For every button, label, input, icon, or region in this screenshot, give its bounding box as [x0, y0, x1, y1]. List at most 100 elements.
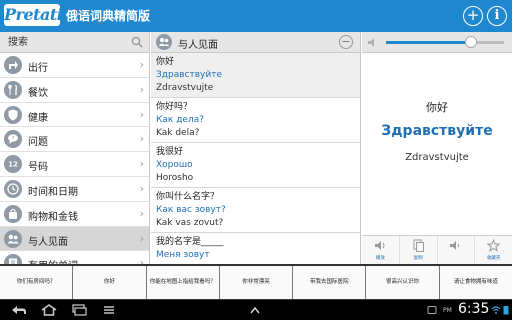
star-button[interactable]: 收藏夹	[475, 236, 512, 264]
category-item[interactable]: 与人见面 ›	[0, 226, 149, 252]
category-label: 健康	[28, 112, 48, 124]
chevron-right-icon: ›	[139, 132, 144, 146]
phrase-russian: Меня зовут	[156, 250, 210, 260]
category-panel: 出行›餐饮›健康›?问题›12号码›时间和日期›购物和金钱›与人见面›有用的单词…	[0, 32, 150, 264]
detail-russian: Здравствуйте	[381, 123, 493, 139]
phrase-chinese: 你好吗？	[156, 102, 193, 112]
phrase-chinese: 你好	[156, 57, 175, 67]
speaker-icon	[368, 38, 374, 47]
phrase-panel: 与人见面 − 你好 Здравствуйте Zdravstvujte 你好吗？ Как…	[151, 32, 361, 264]
add-button[interactable]: +	[463, 6, 483, 26]
clock-icon	[4, 179, 22, 198]
action-label: 收藏夹	[486, 256, 501, 261]
phrase-transliteration: Kak dela?	[156, 128, 200, 138]
phrase-transliteration: Kak vas zovut?	[156, 218, 224, 228]
detail-actions: 播放 复制 收藏夹	[362, 235, 512, 264]
category-list: 出行›餐饮›健康›?问题›12号码›时间和日期›购物和金钱›与人见面›有用的单词…	[0, 53, 149, 264]
phrase-list-title: 与人见面	[178, 40, 218, 51]
category-label: 号码	[28, 162, 48, 174]
speaker-slow-icon	[450, 241, 460, 250]
phrase-chinese: 我的名字是_____	[156, 237, 224, 247]
quick-phrase-button[interactable]: 你们有房间吗？	[0, 266, 74, 299]
copy-icon	[413, 239, 424, 252]
speaker-play-icon	[374, 241, 385, 250]
chevron-right-icon: ›	[139, 231, 144, 245]
category-item[interactable]: 12 号码 ›	[0, 152, 149, 177]
phrase-item[interactable]: 你好吗？ Как дела? Kak dela?	[151, 98, 360, 143]
category-label: 出行	[28, 63, 48, 74]
speech-bubble-icon: ?	[4, 130, 22, 149]
category-item[interactable]: 时间和日期 ›	[0, 177, 149, 202]
fork-knife-icon	[4, 80, 22, 99]
chevron-up-icon[interactable]	[246, 304, 264, 316]
category-item[interactable]: ? 问题 ›	[0, 127, 149, 153]
app-logo-text: Pretati	[4, 5, 63, 24]
people-icon	[4, 229, 22, 248]
category-item[interactable]: 购物和金钱 ›	[0, 202, 149, 227]
speaker-play-button[interactable]: 播放	[362, 236, 400, 264]
home-icon[interactable]	[40, 304, 58, 316]
numbers-icon: 12	[4, 155, 22, 174]
phrase-transliteration: Zdravstvujte	[156, 83, 214, 93]
shield-icon	[4, 105, 22, 124]
clock[interactable]: 6:35	[458, 301, 489, 317]
search-bar	[0, 32, 149, 53]
category-label: 与人见面	[28, 236, 68, 248]
phrase-item[interactable]: 你叫什么名字？ Как вас зовут? Kak vas zovut?	[151, 188, 360, 233]
chevron-right-icon: ›	[139, 82, 144, 96]
people-icon	[156, 34, 172, 50]
quick-phrase-button[interactable]: 你好	[73, 266, 147, 299]
phrase-russian: Здравствуйте	[156, 70, 222, 80]
volume-slider[interactable]	[386, 36, 504, 48]
quick-phrase-button[interactable]: 带我去国际医院	[293, 266, 367, 299]
star-icon	[487, 239, 501, 252]
phrase-russian: Как дела?	[156, 115, 205, 125]
clock-ampm: PM	[443, 307, 452, 314]
chevron-right-icon: ›	[139, 256, 144, 264]
action-label: 播放	[375, 256, 385, 261]
menu-icon[interactable]	[100, 304, 118, 316]
volume-bar	[362, 32, 512, 53]
back-icon[interactable]	[10, 304, 28, 316]
speaker-slow-button[interactable]	[438, 236, 476, 264]
quick-phrase-button[interactable]: 请让食物拥有味道	[440, 266, 512, 299]
recent-apps-icon[interactable]	[70, 304, 88, 316]
detail-chinese: 你好	[426, 101, 448, 114]
phrase-item[interactable]: 我的名字是_____ Меня зовут	[151, 233, 360, 264]
shopping-bag-icon	[4, 204, 22, 223]
category-item[interactable]: 有用的单词 ›	[0, 251, 149, 264]
category-item[interactable]: 餐饮 ›	[0, 78, 149, 103]
volume-slider-handle[interactable]	[464, 36, 477, 48]
phrase-russian: Хорошо	[156, 160, 193, 170]
copy-button[interactable]: 复制	[400, 236, 438, 264]
app-logo: Pretati	[4, 4, 63, 26]
category-label: 购物和金钱	[28, 211, 78, 223]
category-item[interactable]: 出行 ›	[0, 53, 149, 78]
quick-phrase-button[interactable]: 很高兴认识你	[366, 266, 440, 299]
book-icon	[4, 254, 22, 264]
phrase-item[interactable]: 你好 Здравствуйте Zdravstvujte	[151, 53, 360, 98]
category-item[interactable]: 健康 ›	[0, 103, 149, 128]
chevron-right-icon: ›	[139, 181, 144, 195]
phrase-transliteration: Horosho	[156, 173, 194, 183]
app-title: 俄语词典精简版	[66, 9, 151, 23]
info-button[interactable]: i	[487, 6, 507, 26]
battery-icon	[503, 306, 509, 315]
search-input[interactable]	[0, 32, 126, 52]
quick-phrase-button[interactable]: 你能在地图上指给我看吗？	[147, 266, 220, 299]
phrase-item[interactable]: 我很好 Хорошо Horosho	[151, 143, 360, 188]
arrow-turn-icon	[4, 56, 22, 74]
category-label: 问题	[28, 137, 48, 149]
quick-phrase-button[interactable]: 你非常漂亮	[220, 266, 294, 299]
app-header: Pretati 俄语词典精简版 + i	[0, 0, 512, 32]
collapse-button[interactable]: −	[339, 35, 353, 49]
phrase-list-header: 与人见面 −	[151, 32, 360, 53]
category-label: 有用的单词	[28, 257, 78, 264]
quick-phrase-bar: 你们有房间吗？ 你好 你能在地图上指给我看吗？ 你非常漂亮 带我去国际医院 很高兴认识你请…	[0, 264, 512, 300]
system-navigation-bar: PM 6:35	[0, 300, 512, 320]
category-label: 时间和日期	[28, 186, 78, 198]
notification-icon[interactable]	[427, 305, 437, 315]
chevron-right-icon: ›	[139, 107, 144, 121]
search-icon[interactable]	[131, 36, 143, 48]
category-label: 餐饮	[28, 87, 48, 99]
